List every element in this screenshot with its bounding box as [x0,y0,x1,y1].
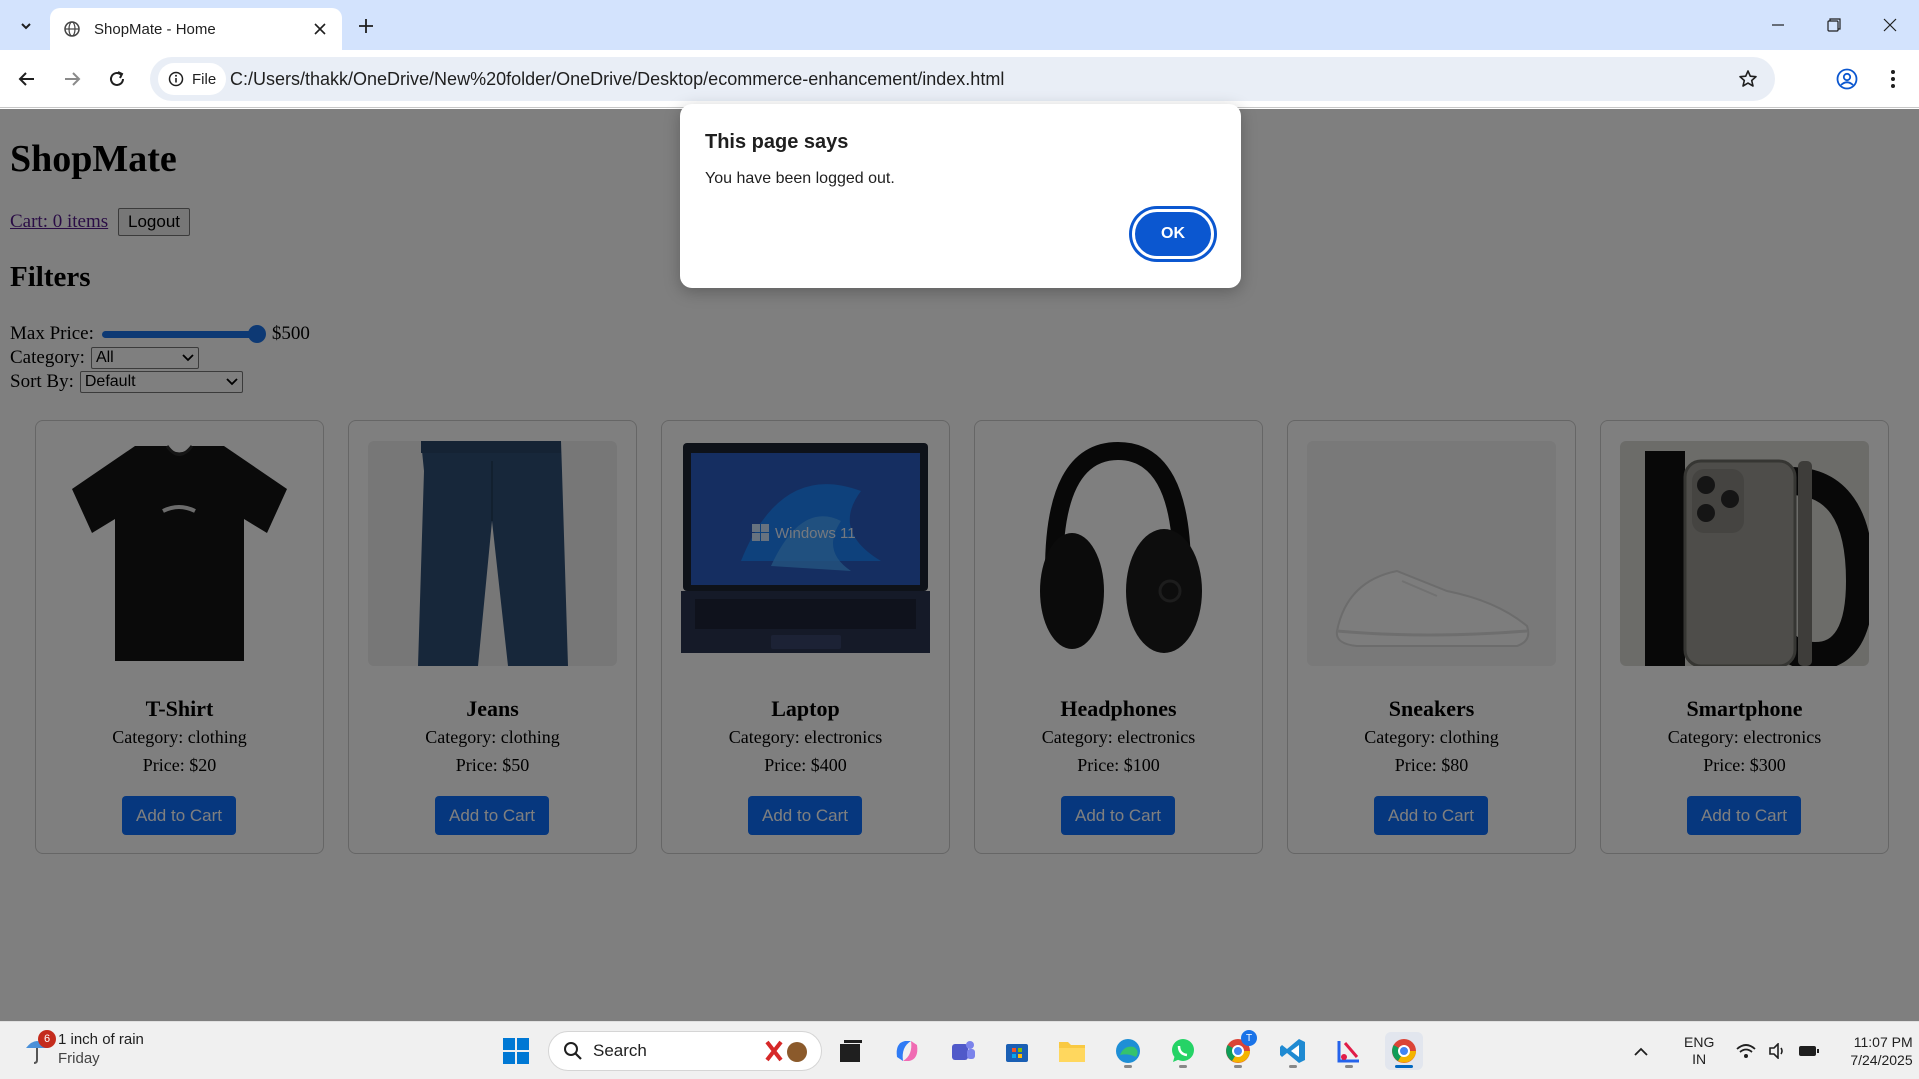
kebab-menu-icon [1891,70,1895,88]
arrow-left-icon [18,72,34,86]
search-highlight-icon [765,1040,807,1062]
chevron-down-icon [21,23,31,30]
search-icon [564,1042,582,1060]
dialog-title: This page says [705,131,849,153]
whatsapp-icon[interactable] [1164,1032,1202,1070]
snipping-tool-icon[interactable] [1330,1032,1368,1070]
menu-button[interactable] [1875,61,1911,97]
volume-icon[interactable] [1768,1043,1786,1059]
chevron-up-icon[interactable] [1626,1046,1656,1056]
reload-button[interactable] [99,61,135,97]
address-bar[interactable]: File C:/Users/thakk/OneDrive/New%20folde… [150,57,1775,101]
language-indicator[interactable]: ENG IN [1684,1034,1714,1068]
search-placeholder: Search [593,1041,647,1060]
info-icon [168,71,184,87]
active-tab[interactable]: ShopMate - Home [50,8,342,50]
close-tab-icon[interactable] [310,19,330,39]
weather-badge: 6 [38,1030,56,1048]
restore-icon [1827,18,1841,32]
windows-icon [503,1038,529,1064]
running-indicator [1234,1065,1242,1068]
running-indicator [1179,1065,1187,1068]
wifi-icon[interactable] [1736,1043,1756,1059]
battery-icon[interactable] [1798,1044,1820,1058]
system-tray: ENG IN 11:07 PM 7/24/2025 [1626,1022,1913,1079]
start-button[interactable] [497,1032,535,1070]
arrow-right-icon [65,72,81,86]
edge-icon[interactable] [1109,1032,1147,1070]
back-button[interactable] [9,61,45,97]
vscode-icon[interactable] [1274,1032,1312,1070]
microsoft-store-icon[interactable] [998,1032,1036,1070]
file-explorer-icon[interactable] [1053,1032,1091,1070]
profile-badge: T [1241,1030,1257,1046]
lang-top: ENG [1684,1034,1715,1050]
lang-bottom: IN [1692,1051,1707,1067]
site-info-chip[interactable]: File [158,63,226,95]
minimize-button[interactable] [1750,0,1806,50]
tab-strip: ShopMate - Home [0,0,1919,50]
globe-icon [62,19,82,39]
running-indicator [1124,1065,1132,1068]
task-view-icon[interactable] [832,1032,870,1070]
weather-widget[interactable]: 6 1 inch of rain Friday [24,1030,144,1068]
alert-dialog: This page says You have been logged out.… [680,104,1241,288]
weather-day: Friday [58,1050,100,1067]
weather-text: 1 inch of rain [58,1031,144,1048]
clock-date: 7/24/2025 [1850,1052,1913,1068]
plus-icon [359,19,373,33]
chrome-icon[interactable] [1385,1032,1423,1070]
reload-icon [110,71,124,86]
running-indicator [1289,1065,1297,1068]
running-indicator [1345,1065,1353,1068]
new-tab-button[interactable] [350,10,382,42]
close-icon [1883,18,1897,32]
profile-icon [1836,68,1858,90]
clock[interactable]: 11:07 PM 7/24/2025 [1850,1033,1912,1069]
bookmark-star-icon[interactable] [1735,66,1761,92]
chrome-profile-icon[interactable]: T [1219,1030,1257,1070]
tab-title: ShopMate - Home [94,20,216,38]
minimize-icon [1772,24,1784,26]
browser-toolbar: File C:/Users/thakk/OneDrive/New%20folde… [0,50,1919,108]
dialog-message: You have been logged out. [705,170,895,187]
forward-button[interactable] [54,61,90,97]
site-info-label: File [192,70,217,88]
taskbar: 6 1 inch of rain Friday Search T ENG IN … [0,1021,1919,1079]
ok-button[interactable]: OK [1132,209,1214,259]
clock-time: 11:07 PM [1853,1034,1913,1050]
copilot-icon[interactable] [888,1032,926,1070]
close-window-button[interactable] [1862,0,1918,50]
teams-icon[interactable] [944,1032,982,1070]
profile-button[interactable] [1829,61,1865,97]
umbrella-icon: 6 [24,1030,56,1066]
restore-button[interactable] [1806,0,1862,50]
url-text[interactable]: C:/Users/thakk/OneDrive/New%20folder/One… [230,69,1004,90]
tab-search-button[interactable] [10,10,42,42]
taskbar-search[interactable]: Search [548,1031,822,1071]
active-indicator [1395,1065,1413,1068]
